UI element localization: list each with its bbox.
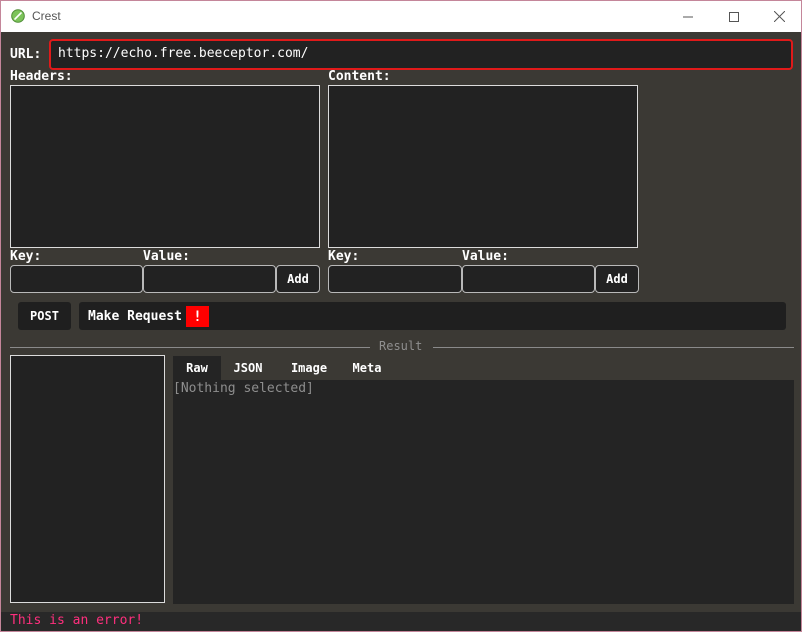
maximize-icon — [729, 11, 739, 22]
content-value-input[interactable] — [462, 265, 595, 293]
result-content-area[interactable] — [173, 380, 794, 604]
result-divider-right — [433, 347, 794, 348]
minimize-button[interactable] — [665, 1, 711, 32]
app-window: Crest URL: https://echo.free.beeceptor.c… — [0, 0, 802, 632]
content-label: Content: — [328, 69, 391, 84]
headers-value-label: Value: — [143, 249, 190, 264]
app-logo-icon — [11, 9, 25, 23]
url-label: URL: — [10, 47, 42, 62]
window-title: Crest — [32, 9, 61, 23]
headers-key-input[interactable] — [10, 265, 143, 293]
method-button[interactable]: POST — [18, 302, 71, 330]
result-divider-left — [10, 347, 370, 348]
headers-label: Headers: — [10, 69, 73, 84]
result-placeholder: [Nothing selected] — [173, 381, 314, 396]
error-message: This is an error! — [10, 613, 144, 628]
headers-key-label: Key: — [10, 249, 42, 264]
content-value-label: Value: — [462, 249, 509, 264]
minimize-icon — [683, 16, 693, 17]
headers-add-button[interactable]: Add — [276, 265, 320, 293]
maximize-button[interactable] — [711, 1, 757, 32]
url-input[interactable]: https://echo.free.beeceptor.com/ — [49, 39, 793, 70]
tab-meta[interactable]: Meta — [344, 356, 390, 380]
result-list[interactable] — [10, 355, 165, 603]
content-key-input[interactable] — [328, 265, 462, 293]
tab-json[interactable]: JSON — [224, 356, 272, 380]
headers-value-input[interactable] — [143, 265, 276, 293]
close-button[interactable] — [756, 1, 802, 32]
content-list[interactable] — [328, 85, 638, 248]
error-badge: ! — [186, 306, 209, 327]
close-icon — [773, 11, 785, 22]
result-label: Result — [379, 339, 423, 353]
tab-raw[interactable]: Raw — [173, 356, 221, 380]
headers-list[interactable] — [10, 85, 320, 248]
content-add-button[interactable]: Add — [595, 265, 639, 293]
content-key-label: Key: — [328, 249, 360, 264]
title-bar[interactable]: Crest — [1, 1, 801, 32]
tab-image[interactable]: Image — [283, 356, 335, 380]
